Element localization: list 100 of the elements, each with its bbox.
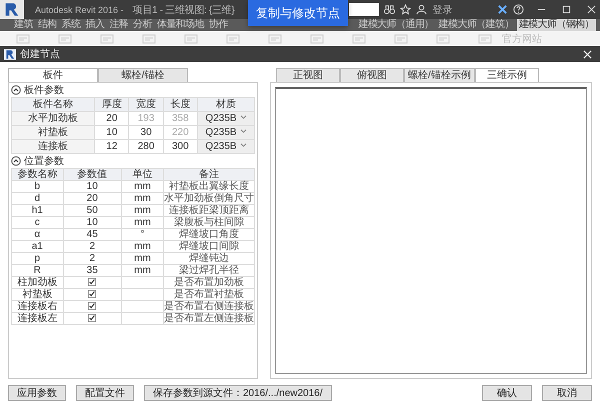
table-cell: 梁腹板与柱间隙: [163, 216, 254, 228]
tab[interactable]: 三维示例: [474, 68, 539, 82]
row-header: c: [12, 216, 64, 228]
action-button[interactable]: 保存参数到源文件：2016/.../new2016/: [144, 385, 332, 401]
checkbox[interactable]: [88, 290, 96, 298]
r-logo-icon[interactable]: [0, 0, 24, 19]
table-cell[interactable]: 2: [63, 240, 122, 252]
table-cell[interactable]: 10: [63, 216, 122, 228]
table-cell[interactable]: 2: [63, 252, 122, 264]
collapse-icon[interactable]: [11, 85, 21, 95]
table-cell[interactable]: 12: [94, 140, 129, 154]
tab[interactable]: 螺栓/锚栓: [98, 68, 188, 82]
table-cell[interactable]: 300: [163, 140, 198, 154]
row-header: d: [12, 192, 64, 204]
ribbon-tab[interactable]: 插入: [83, 19, 106, 31]
star-icon[interactable]: [400, 4, 412, 15]
ribbon-tab[interactable]: 体量和场地: [154, 19, 206, 31]
ribbon-tab[interactable]: 协作: [206, 19, 230, 31]
table-cell: 衬垫板出翼缘长度: [163, 180, 254, 192]
project-title: 项目1 - 三维视图: {三维}: [132, 4, 234, 16]
table-cell: mm: [121, 180, 164, 192]
tab[interactable]: 俯视图: [340, 68, 404, 82]
checkbox[interactable]: [88, 314, 96, 322]
row-header: b: [12, 180, 64, 192]
row-header: p: [12, 252, 64, 264]
column-header: 材质: [198, 98, 254, 112]
table-cell: mm: [121, 216, 164, 228]
action-button[interactable]: 应用参数: [8, 385, 66, 401]
collapse-icon[interactable]: [11, 156, 21, 166]
section-title: 位置参数: [24, 154, 64, 168]
table-cell[interactable]: 10: [63, 180, 122, 192]
user-icon[interactable]: [416, 4, 428, 15]
ribbon-tab[interactable]: 注释: [107, 19, 130, 31]
login-link[interactable]: 登录: [432, 2, 452, 16]
table-cell: 是否布置衬垫板: [163, 288, 254, 300]
table-cell[interactable]: 30: [128, 126, 164, 140]
tab[interactable]: 螺栓/锚栓示例: [404, 68, 475, 82]
binoculars-icon[interactable]: [384, 4, 396, 15]
table-cell: 水平加劲板倒角尺寸: [163, 192, 254, 204]
dropdown-caret-icon[interactable]: [240, 115, 247, 120]
row-header: 连接板: [12, 140, 95, 154]
ribbon-tab[interactable]: 建模大师（钢构）: [516, 19, 596, 31]
row-header: 衬垫板: [12, 126, 95, 140]
row-header: a1: [12, 240, 64, 252]
dropdown-caret-icon[interactable]: [240, 129, 247, 134]
app-title: Autodesk Revit 2016 -: [35, 4, 124, 14]
column-header: 备注: [163, 168, 254, 180]
ribbon-tab[interactable]: 分析: [131, 19, 154, 31]
column-header: 单位: [121, 168, 164, 180]
ribbon-tab[interactable]: 结构: [36, 19, 59, 31]
table-cell: mm: [121, 264, 164, 276]
maximize-icon[interactable]: [562, 5, 571, 14]
column-header: 厚度: [94, 98, 129, 112]
material-dropdown[interactable]: Q235B: [198, 126, 254, 140]
table-cell: mm: [121, 252, 164, 264]
table-cell: 连接板距梁顶距离: [163, 204, 254, 216]
table-cell[interactable]: 280: [128, 140, 164, 154]
material-dropdown[interactable]: Q235B: [198, 140, 254, 154]
search-field[interactable]: [349, 3, 380, 16]
ribbon-tab[interactable]: 建模大师（通用）: [356, 19, 436, 31]
checkbox[interactable]: [88, 278, 96, 286]
tab[interactable]: 正视图: [276, 68, 340, 82]
dropdown-caret-icon[interactable]: [240, 143, 247, 148]
table-cell: 梁过焊孔半径: [163, 264, 254, 276]
table-cell: 焊缝坡口间隙: [163, 240, 254, 252]
checkbox[interactable]: [88, 302, 96, 310]
table-cell: 是否布置左侧连接板: [163, 312, 254, 324]
row-header: 连接板右: [12, 300, 64, 312]
column-header: 宽度: [128, 98, 164, 112]
table-cell: °: [121, 228, 164, 240]
caption-banner: 复制与修改节点: [248, 0, 348, 26]
row-header: 连接板左: [12, 312, 64, 324]
column-header: 参数名称: [12, 168, 64, 180]
table-cell: mm: [121, 204, 164, 216]
ribbon-tab[interactable]: 建筑: [12, 19, 35, 31]
table-cell: 是否布置右侧连接板: [163, 300, 254, 312]
ribbon-tab[interactable]: 建模大师（建筑）: [436, 19, 516, 31]
action-button[interactable]: 配置文件: [76, 385, 134, 401]
close-icon[interactable]: [587, 5, 596, 14]
table-cell: mm: [121, 192, 164, 204]
table-cell[interactable]: 10: [94, 126, 129, 140]
table-cell: mm: [121, 240, 164, 252]
material-dropdown[interactable]: Q235B: [198, 112, 254, 126]
dialog-title: 创建节点: [20, 48, 60, 61]
table-cell: 焊缝坡口角度: [163, 228, 254, 240]
table-cell[interactable]: 50: [63, 204, 122, 216]
table-cell[interactable]: 45: [63, 228, 122, 240]
dialog-button[interactable]: 取消: [542, 385, 592, 401]
section-title: 板件参数: [24, 84, 64, 97]
dialog-button[interactable]: 确认: [482, 385, 532, 401]
table-cell: 焊缝钝边: [163, 252, 254, 264]
table-cell[interactable]: 35: [63, 264, 122, 276]
help-icon[interactable]: [513, 4, 524, 15]
table-cell[interactable]: 20: [63, 192, 122, 204]
r-logo-icon: [4, 48, 16, 60]
tab[interactable]: 板件: [8, 68, 98, 82]
table-cell: 是否布置加劲板: [163, 276, 254, 288]
ribbon-tab[interactable]: 系统: [60, 19, 82, 31]
column-header: 长度: [163, 98, 198, 112]
table-cell[interactable]: 20: [94, 112, 129, 126]
